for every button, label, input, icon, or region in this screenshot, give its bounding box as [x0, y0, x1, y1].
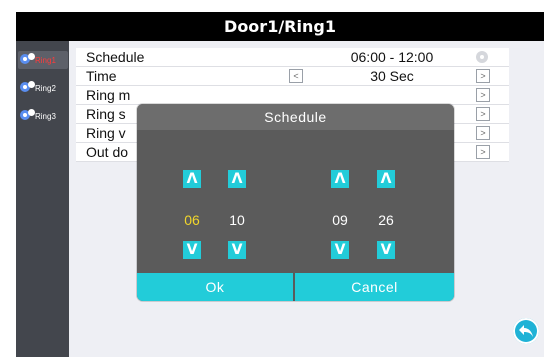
start-hour-value[interactable]: 06: [179, 212, 205, 228]
gear-icon[interactable]: [476, 51, 488, 63]
start-hour-up-button[interactable]: Λ: [183, 170, 201, 188]
bell-add-icon: [20, 53, 35, 67]
time-label: Time: [86, 68, 117, 84]
end-hour-value[interactable]: 09: [327, 212, 353, 228]
screen: Door1/Ring1 Ring1 Ring2 Ring3 Schedule 0…: [16, 12, 544, 357]
schedule-row[interactable]: Schedule 06:00 - 12:00: [76, 48, 509, 67]
sidebar-item-ring2[interactable]: Ring2: [18, 79, 68, 97]
end-minute-up-button[interactable]: Λ: [377, 170, 395, 188]
end-hour-up-button[interactable]: Λ: [331, 170, 349, 188]
start-hour-down-button[interactable]: V: [183, 241, 201, 259]
ring-mode-row[interactable]: Ring m >: [76, 86, 509, 105]
sidebar: Ring1 Ring2 Ring3: [16, 41, 69, 357]
dialog-title: Schedule: [137, 104, 454, 130]
end-hour-down-button[interactable]: V: [331, 241, 349, 259]
sidebar-item-ring3[interactable]: Ring3: [18, 107, 68, 125]
ring-volume-next-button[interactable]: >: [476, 126, 490, 140]
bell-add-icon: [20, 109, 35, 123]
end-minute-down-button[interactable]: V: [377, 241, 395, 259]
sidebar-item-label: Ring1: [35, 55, 56, 65]
end-minute-value[interactable]: 26: [373, 212, 399, 228]
time-value: 30 Sec: [370, 68, 414, 84]
time-decrease-button[interactable]: <: [289, 69, 303, 83]
out-door-label: Out do: [86, 144, 129, 160]
bell-add-icon: [20, 81, 35, 95]
out-door-next-button[interactable]: >: [476, 145, 490, 159]
ring-sound-label: Ring s: [86, 106, 126, 122]
page-title: Door1/Ring1: [16, 12, 544, 41]
ring-sound-next-button[interactable]: >: [476, 107, 490, 121]
schedule-label: Schedule: [86, 49, 145, 65]
cancel-button[interactable]: Cancel: [295, 273, 454, 301]
time-increase-button[interactable]: >: [476, 69, 490, 83]
sidebar-item-label: Ring2: [35, 83, 56, 93]
ok-button[interactable]: Ok: [137, 273, 293, 301]
ring-mode-next-button[interactable]: >: [476, 88, 490, 102]
schedule-dialog: Schedule Λ Λ Λ Λ 06 10 09 26 V V V V Ok …: [137, 104, 454, 301]
sidebar-item-label: Ring3: [35, 111, 56, 121]
start-minute-value[interactable]: 10: [224, 212, 250, 228]
schedule-value: 06:00 - 12:00: [350, 49, 434, 65]
sidebar-item-ring1[interactable]: Ring1: [18, 51, 68, 69]
time-row: Time < 30 Sec >: [76, 67, 509, 86]
ring-volume-label: Ring v: [86, 125, 126, 141]
start-minute-up-button[interactable]: Λ: [228, 170, 246, 188]
back-arrow-icon[interactable]: [513, 318, 539, 344]
ring-mode-label: Ring m: [86, 87, 131, 103]
start-minute-down-button[interactable]: V: [228, 241, 246, 259]
